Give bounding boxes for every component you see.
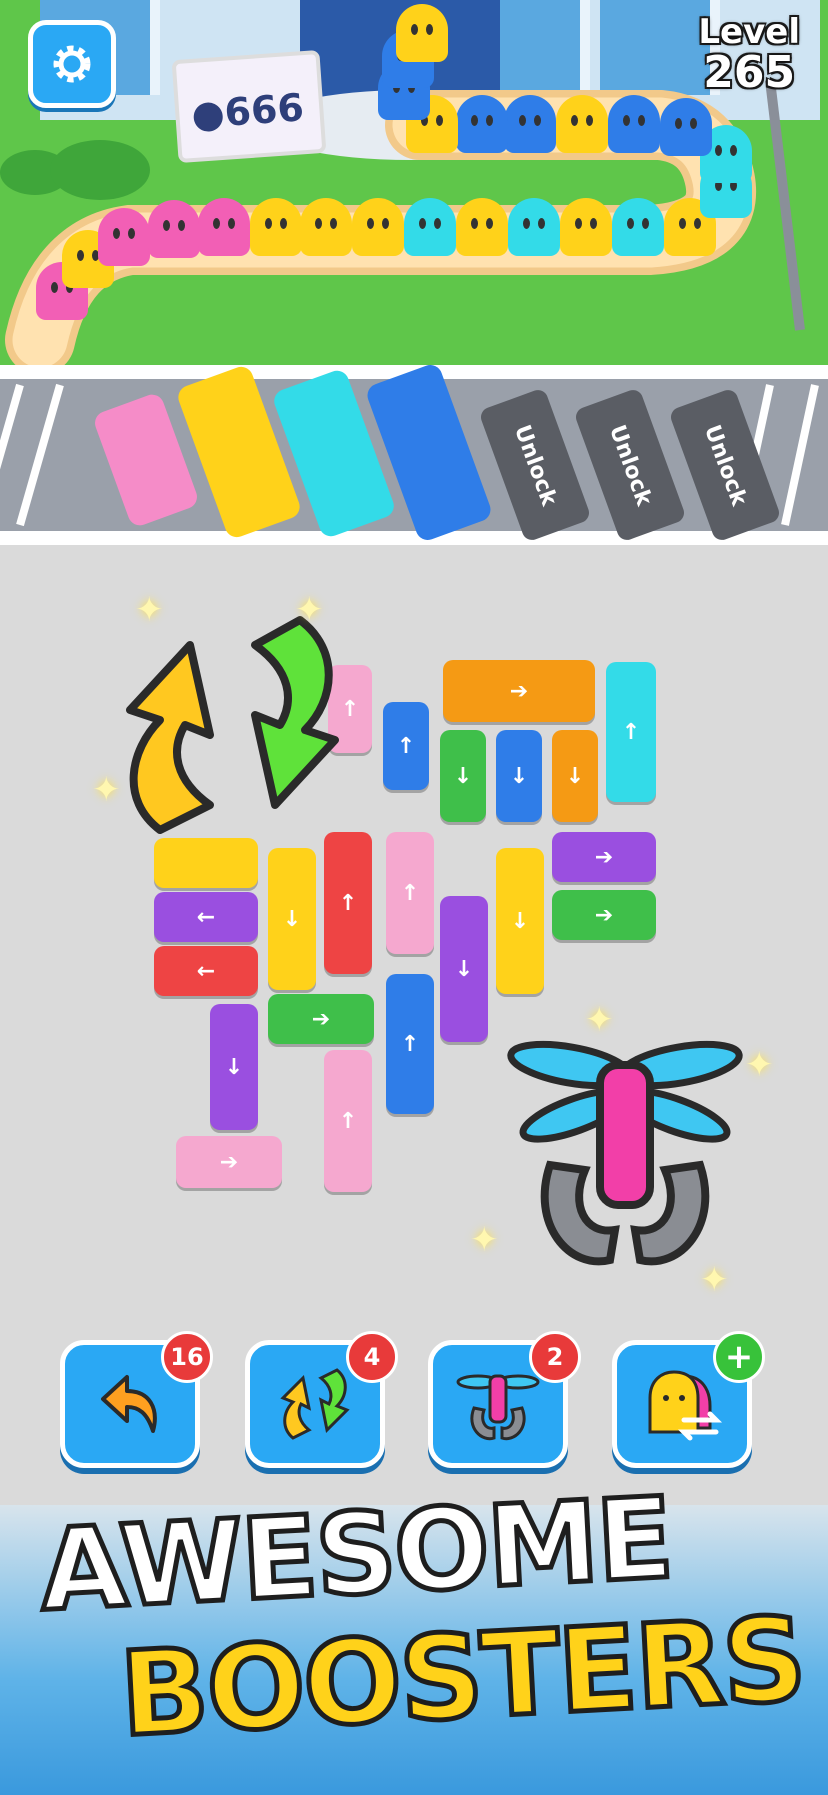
person-icon: ● <box>189 90 227 137</box>
passenger <box>300 198 352 256</box>
shuffle-arrows-icon <box>126 616 339 834</box>
vehicle-car-pink[interactable]: ➔ <box>176 1136 282 1188</box>
add-booster-badge[interactable]: + <box>713 1331 765 1383</box>
passenger <box>556 95 608 153</box>
vehicle-bus-purple[interactable]: ↓ <box>210 1004 258 1130</box>
arrow-up-icon: ↑ <box>621 719 641 745</box>
passenger-swap-icon <box>648 1370 723 1441</box>
arrow-down-icon: ↓ <box>509 763 529 789</box>
vehicle-bus-yellow[interactable]: ↓ <box>496 848 544 994</box>
vehicle-bus-pink[interactable]: ↑ <box>324 1050 372 1192</box>
passenger <box>504 95 556 153</box>
passenger <box>508 198 560 256</box>
shuffle-icon <box>280 1368 350 1440</box>
arrow-down-icon: ↓ <box>282 906 302 932</box>
passenger <box>456 198 508 256</box>
vehicle-car-yellow[interactable] <box>154 838 258 888</box>
passenger <box>404 198 456 256</box>
vehicle-car-blue[interactable]: ↑ <box>383 702 429 790</box>
passenger <box>660 98 712 156</box>
booster-count-badge: 4 <box>346 1331 398 1383</box>
shuffle-booster-button[interactable]: 4 <box>245 1331 398 1468</box>
crowd-sign: ●666 <box>171 49 327 164</box>
sparkle-icon: ✦ <box>295 590 324 630</box>
vehicle-car-purple[interactable]: ← <box>154 892 258 942</box>
crowd-count: 666 <box>223 85 306 135</box>
sparkle-icon: ✦ <box>135 590 164 630</box>
helicopter-booster-button[interactable]: 2 <box>428 1331 581 1468</box>
arrow-down-icon: ↓ <box>565 763 585 789</box>
vehicle-car-green[interactable]: ➔ <box>268 994 374 1044</box>
vehicle-car-orange[interactable]: ↓ <box>552 730 598 822</box>
arrow-down-icon: ↓ <box>510 908 530 934</box>
unlock-label: Unlock <box>698 421 752 509</box>
vehicle-car-red[interactable]: ← <box>154 946 258 996</box>
passenger <box>250 198 302 256</box>
unlock-label: Unlock <box>603 421 657 509</box>
arrow-right-icon: ➔ <box>311 1006 331 1032</box>
sparkle-icon: ✦ <box>585 1000 614 1040</box>
booster-count-badge: 16 <box>161 1331 213 1383</box>
vehicle-bus-red[interactable]: ↑ <box>324 832 372 974</box>
undo-arrow-icon <box>101 1375 157 1433</box>
vehicle-car-green[interactable]: ↓ <box>440 730 486 822</box>
passenger <box>396 4 448 62</box>
passenger <box>148 200 200 258</box>
arrow-right-icon: ➔ <box>219 1149 239 1175</box>
gear-icon <box>53 45 91 83</box>
arrow-up-icon: ↑ <box>400 1031 420 1057</box>
sparkle-icon: ✦ <box>470 1220 499 1260</box>
arrow-down-icon: ↓ <box>453 763 473 789</box>
vehicle-bus-purple[interactable]: ↓ <box>440 896 488 1042</box>
vehicle-bus-blue[interactable]: ↑ <box>386 974 434 1114</box>
passenger <box>352 198 404 256</box>
arrow-down-icon: ↓ <box>454 956 474 982</box>
crowd-count-display: ●666 <box>190 85 305 137</box>
vehicle-bus-pink[interactable]: ↑ <box>386 832 434 954</box>
arrow-up-icon: ↑ <box>338 1108 358 1134</box>
vehicle-car-purple[interactable]: ➔ <box>552 832 656 882</box>
sparkle-icon: ✦ <box>92 770 121 810</box>
vehicle-car-blue[interactable]: ↓ <box>496 730 542 822</box>
vehicle-bus-orange[interactable]: ➔ <box>443 660 595 722</box>
passenger <box>608 95 660 153</box>
arrow-down-icon: ↓ <box>224 1054 244 1080</box>
arrow-left-icon: ← <box>196 958 216 984</box>
level-number: 265 <box>703 47 796 98</box>
passenger <box>560 198 612 256</box>
arrow-up-icon: ↑ <box>338 890 358 916</box>
passenger <box>198 198 250 256</box>
undo-booster-button[interactable]: 16 <box>60 1331 213 1468</box>
arrow-right-icon: ➔ <box>594 902 614 928</box>
unlock-label: Unlock <box>508 421 562 509</box>
arrow-up-icon: ↑ <box>396 733 416 759</box>
level-indicator: Level 265 <box>698 14 800 96</box>
passenger <box>456 95 508 153</box>
helicopter-icon <box>456 1374 540 1441</box>
booster-count-badge: 2 <box>529 1331 581 1383</box>
passenger <box>612 198 664 256</box>
vehicle-bus-yellow[interactable]: ↓ <box>268 848 316 990</box>
helicopter-claw-icon <box>507 1040 743 1266</box>
sparkle-icon: ✦ <box>700 1260 729 1300</box>
vehicle-car-green[interactable]: ➔ <box>552 890 656 940</box>
passenger <box>98 208 150 266</box>
arrow-right-icon: ➔ <box>594 844 614 870</box>
sparkle-icon: ✦ <box>745 1045 774 1085</box>
arrow-up-icon: ↑ <box>400 880 420 906</box>
arrow-left-icon: ← <box>196 904 216 930</box>
level-label: Level <box>698 12 800 52</box>
swap-passenger-booster-button[interactable]: + <box>612 1331 765 1468</box>
settings-button[interactable] <box>28 20 116 108</box>
arrow-right-icon: ➔ <box>509 678 529 704</box>
vehicle-bus-cyan[interactable]: ↑ <box>606 662 656 802</box>
